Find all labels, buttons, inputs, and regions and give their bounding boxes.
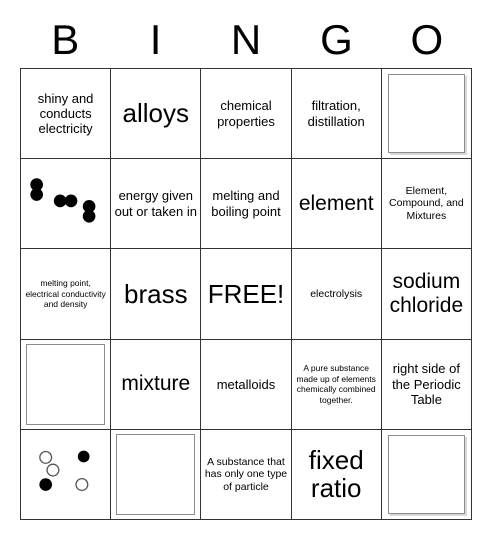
particle-diagram-dense-particle-field: [385, 432, 468, 517]
bingo-cell-b4[interactable]: [21, 339, 112, 430]
particle-diagram-two-triatomic-molecules: [24, 342, 107, 427]
bingo-cell-label: chemical properties: [217, 98, 275, 129]
bingo-cell-g3[interactable]: electrolysis: [291, 249, 382, 340]
bingo-cell-g4[interactable]: A pure substance made up of elements che…: [291, 339, 382, 430]
bingo-cell-n3[interactable]: FREE!: [201, 249, 292, 340]
header-letter-g: G: [320, 16, 353, 63]
header-letter-i: I: [149, 16, 162, 63]
header-letter-b: B: [51, 16, 80, 63]
bingo-cell-i3[interactable]: brass: [111, 249, 202, 340]
bingo-cell-b3[interactable]: melting point, electrical conductivity a…: [21, 249, 112, 340]
bingo-cell-n1[interactable]: chemical properties: [201, 69, 292, 160]
header-letter-n: N: [230, 16, 262, 63]
bingo-cell-g2[interactable]: element: [291, 159, 382, 250]
bingo-cell-label: metalloids: [216, 376, 276, 392]
bingo-cell-label: fixed ratio: [308, 444, 364, 504]
bingo-header: B I N G O: [20, 12, 472, 68]
particle-diagram-mixed-loose-atoms: [24, 432, 107, 517]
bingo-cell-o3[interactable]: sodium chloride: [381, 249, 472, 340]
bingo-cell-label: right side of the Periodic Table: [392, 361, 461, 407]
bingo-cell-label: energy given out or taken in: [114, 188, 197, 219]
particle-diagram-four-open-circles: [385, 71, 468, 156]
bingo-cell-label: electrolysis: [310, 287, 363, 300]
bingo-cell-b5[interactable]: [21, 429, 112, 520]
bingo-card: B I N G O shiny and conducts electricity…: [0, 0, 500, 544]
bingo-cell-label: alloys: [122, 98, 190, 129]
bingo-cell-b1[interactable]: shiny and conducts electricity: [21, 69, 112, 160]
bingo-cell-i1[interactable]: alloys: [111, 69, 202, 160]
bingo-cell-label: melting and boiling point: [211, 188, 281, 219]
particle-diagram-three-black-pairs: [24, 161, 107, 246]
bingo-grid: shiny and conducts electricity alloys chem…: [20, 68, 472, 520]
bingo-cell-i5[interactable]: [111, 429, 202, 520]
bingo-cell-label: filtration, distillation: [307, 98, 365, 129]
bingo-cell-n4[interactable]: metalloids: [201, 339, 292, 430]
bingo-cell-label: brass: [124, 278, 188, 309]
bingo-cell-g5[interactable]: fixed ratio: [291, 429, 382, 520]
bingo-cell-label: sodium chloride: [389, 270, 464, 317]
bingo-cell-label: FREE!: [207, 278, 285, 309]
bingo-cell-label: shiny and conducts electricity: [37, 90, 94, 137]
bingo-cell-label: mixture: [121, 372, 191, 396]
bingo-cell-g1[interactable]: filtration, distillation: [291, 69, 382, 160]
bingo-cell-label: element: [298, 192, 374, 216]
bingo-cell-label: A substance that has only one type of pa…: [204, 455, 288, 493]
bingo-cell-label: A pure substance made up of elements che…: [296, 363, 376, 405]
bingo-cell-o2[interactable]: Element, Compound, and Mixtures: [381, 159, 472, 250]
particle-diagram-mixed-pairs-and-atoms: [114, 432, 197, 517]
bingo-cell-o4[interactable]: right side of the Periodic Table: [381, 339, 472, 430]
bingo-cell-o1[interactable]: [381, 69, 472, 160]
header-letter-o: O: [410, 16, 444, 63]
bingo-cell-label: Element, Compound, and Mixtures: [389, 184, 464, 223]
bingo-cell-i4[interactable]: mixture: [111, 339, 202, 430]
bingo-cell-n5[interactable]: A substance that has only one type of pa…: [201, 429, 292, 520]
bingo-cell-i2[interactable]: energy given out or taken in: [111, 159, 202, 250]
bingo-cell-label: melting point, electrical conductivity a…: [25, 278, 106, 310]
bingo-cell-n2[interactable]: melting and boiling point: [201, 159, 292, 250]
bingo-cell-o5[interactable]: [381, 429, 472, 520]
bingo-cell-b2[interactable]: [21, 159, 112, 250]
